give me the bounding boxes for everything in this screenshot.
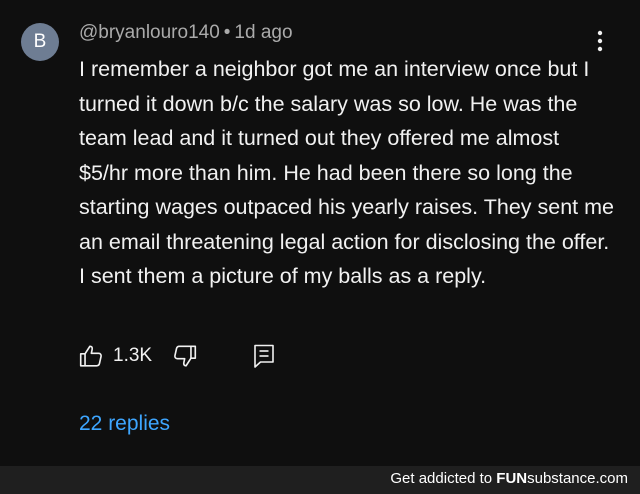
thumbs-down-icon[interactable] (172, 343, 198, 369)
avatar[interactable]: B (21, 23, 59, 61)
comment-text: I remember a neighbor got me an intervie… (79, 57, 614, 288)
watermark-text: Get addicted to FUNsubstance.com (390, 470, 628, 487)
comment-actions: 1.3K (78, 338, 276, 374)
meta-separator: • (223, 22, 231, 43)
watermark-footer: Get addicted to FUNsubstance.com (0, 466, 640, 494)
thumbs-up-icon[interactable] (78, 343, 104, 369)
like-count: 1.3K (113, 345, 153, 366)
comment-time: 1d ago (234, 22, 293, 43)
watermark-prefix: Get addicted to (390, 470, 493, 487)
brand-fun: FUN (496, 470, 528, 487)
brand-substance: substance.com (527, 470, 628, 487)
avatar-letter: B (33, 31, 47, 52)
reply-comment-icon[interactable] (252, 343, 276, 369)
view-replies-link[interactable]: 22 replies (79, 412, 170, 436)
comment-header: @bryanlouro140 • 1d ago (79, 22, 293, 44)
username[interactable]: @bryanlouro140 (79, 22, 220, 43)
